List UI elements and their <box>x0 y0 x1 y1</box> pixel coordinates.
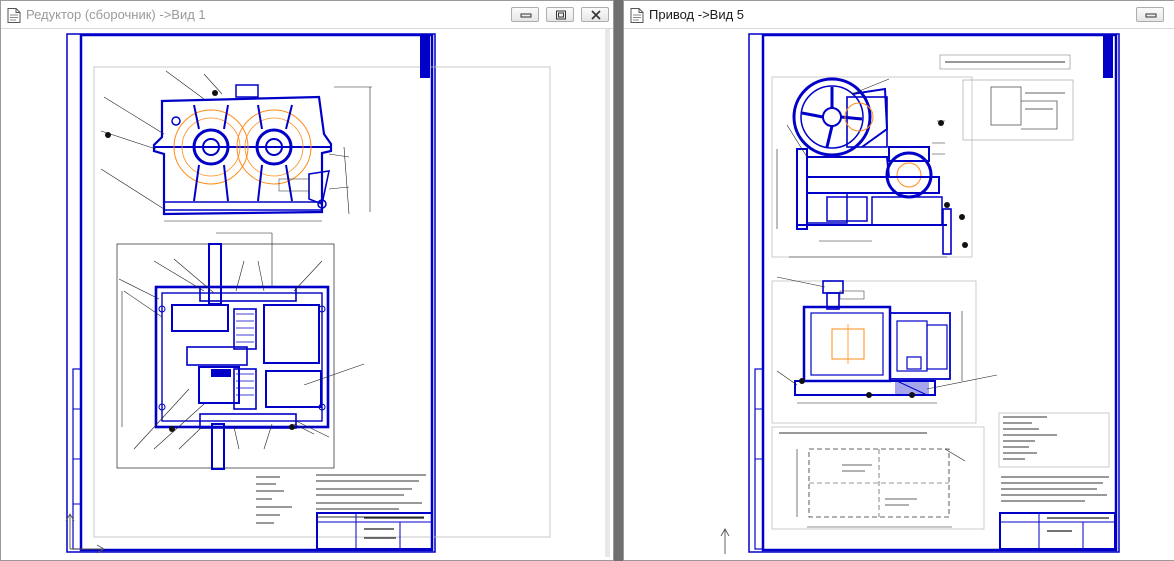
maximize-button[interactable] <box>546 7 574 22</box>
maximize-icon <box>556 10 566 20</box>
drawing-window-privod[interactable]: Привод ->Вид 5 <box>623 0 1174 561</box>
minimize-button[interactable] <box>511 7 539 22</box>
close-button[interactable] <box>581 7 609 22</box>
window-titlebar[interactable]: Привод ->Вид 5 <box>624 1 1174 29</box>
drawing-sheet-reductor <box>65 33 551 554</box>
window-titlebar[interactable]: Редуктор (сборочник) ->Вид 1 <box>1 1 613 29</box>
drawing-window-reductor[interactable]: Редуктор (сборочник) ->Вид 1 <box>0 0 614 561</box>
document-icon <box>630 8 644 23</box>
minimize-button[interactable] <box>1136 7 1164 22</box>
document-icon <box>7 8 21 23</box>
window-title: Привод ->Вид 5 <box>649 7 745 22</box>
drawing-canvas[interactable] <box>4 29 610 557</box>
drawing-canvas[interactable] <box>627 29 1174 557</box>
window-title: Редуктор (сборочник) ->Вид 1 <box>26 7 206 22</box>
coordinate-axes-icon <box>720 528 730 554</box>
minimize-icon <box>1145 13 1157 18</box>
drawing-sheet-privod <box>720 33 1120 554</box>
close-icon <box>591 10 601 20</box>
vertical-scrollbar[interactable] <box>605 29 610 557</box>
minimize-icon <box>520 13 532 18</box>
